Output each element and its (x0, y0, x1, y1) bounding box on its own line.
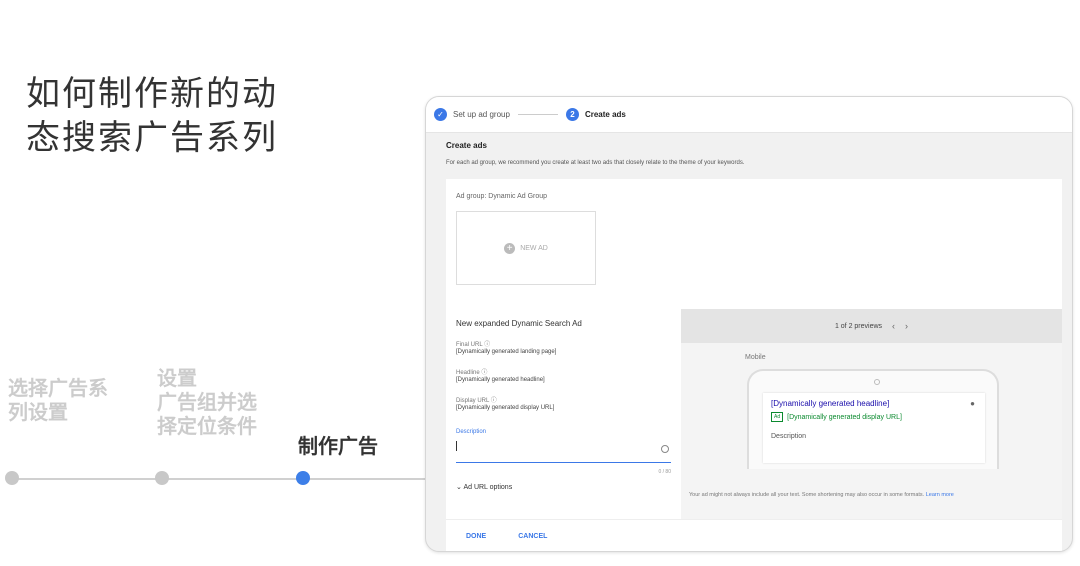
headline-value: [Dynamically generated headline] (456, 377, 545, 383)
step-1-line1: 选择广告系 (8, 376, 108, 400)
slide-title: 如何制作新的动 态搜索广告系列 (26, 72, 278, 160)
headline-label-text: Headline (456, 370, 480, 376)
step-2-line1: 设置 (157, 366, 197, 390)
timeline-line (12, 478, 432, 480)
stepper-bar: ✓ Set up ad group 2 Create ads (426, 97, 1072, 133)
timeline-dot-3-active (296, 471, 310, 485)
display-url-label: Display URL ⓘ (456, 395, 497, 404)
chevron-left-icon[interactable]: ‹ (892, 321, 895, 331)
final-url-label-text: Final URL (456, 342, 483, 348)
ad-preview-headline: [Dynamically generated headline] (771, 399, 890, 408)
ad-url-options-label: Ad URL options (463, 484, 513, 491)
preview-disclaimer: Your ad might not always include all you… (689, 491, 1049, 499)
new-ad-label: NEW AD (520, 244, 548, 252)
step-3-line1: 制作广告 (298, 434, 378, 458)
slide-title-line2: 态搜索广告系列 (26, 118, 278, 158)
timeline-dot-2 (155, 471, 169, 485)
ad-preview-card: [Dynamically generated headline] ● Ad [D… (763, 393, 985, 463)
description-label: Description (456, 429, 487, 435)
ad-preview-url-text: [Dynamically generated display URL] (787, 413, 902, 421)
help-icon[interactable]: ⓘ (491, 398, 497, 404)
learn-more-link[interactable]: Learn more (926, 492, 954, 498)
step-label-create-ads: 制作广告 (298, 434, 378, 458)
char-count: 0 / 80 (658, 469, 671, 475)
step-label-ad-group-targeting: 设置 广告组并选 择定位条件 (157, 366, 257, 438)
ad-preview-pane: 1 of 2 previews ‹ › Mobile [Dynamically … (681, 309, 1062, 519)
step-1-line2: 列设置 (8, 400, 68, 424)
step-2-line3: 择定位条件 (157, 414, 257, 438)
done-button[interactable]: DONE (466, 533, 486, 540)
stepper-step1-label: Set up ad group (453, 110, 510, 119)
device-label: Mobile (745, 354, 766, 361)
stepper-step-create-ads[interactable]: 2 Create ads (565, 108, 626, 121)
stepper-step2-label: Create ads (584, 110, 626, 119)
create-ads-heading: Create ads (446, 141, 487, 150)
slide-title-line1: 如何制作新的动 (26, 74, 278, 114)
chevron-right-icon[interactable]: › (905, 321, 908, 331)
actions-bar: DONE CANCEL (446, 519, 1062, 551)
ad-url-options-toggle[interactable]: ⌄ Ad URL options (456, 483, 512, 491)
final-url-value: [Dynamically generated landing page] (456, 349, 557, 355)
text-cursor (456, 441, 457, 451)
headline-label: Headline ⓘ (456, 367, 487, 376)
help-icon[interactable]: ⓘ (481, 370, 487, 376)
stepper-connector (517, 114, 558, 115)
check-icon: ✓ (434, 108, 447, 121)
form-title: New expanded Dynamic Search Ad (456, 319, 582, 328)
info-icon: ● (970, 399, 975, 408)
ad-group-label: Ad group: Dynamic Ad Group (456, 193, 548, 200)
plus-icon: + (504, 242, 516, 254)
timeline-dot-1 (5, 471, 19, 485)
stepper-step-set-up-ad-group[interactable]: ✓ Set up ad group (434, 108, 510, 121)
preview-note-text: Your ad might not always include all you… (689, 492, 925, 498)
help-icon[interactable]: ⓘ (484, 342, 490, 348)
description-input[interactable] (456, 439, 671, 463)
create-ads-subtitle: For each ad group, we recommend you crea… (446, 160, 745, 166)
ad-group-card: Ad group: Dynamic Ad Group + NEW AD (446, 179, 1062, 309)
preview-count: 1 of 2 previews (834, 322, 883, 330)
step-number-badge: 2 (565, 108, 579, 121)
cancel-button[interactable]: CANCEL (518, 533, 547, 540)
phone-frame: [Dynamically generated headline] ● Ad [D… (747, 369, 999, 469)
display-url-value: [Dynamically generated display URL] (456, 405, 555, 411)
phone-camera-icon (874, 379, 880, 385)
new-ad-button[interactable]: + NEW AD (456, 211, 596, 285)
display-url-label-text: Display URL (456, 398, 490, 404)
preview-header: 1 of 2 previews ‹ › (681, 309, 1062, 343)
step-2-line2: 广告组并选 (157, 390, 257, 414)
final-url-label: Final URL ⓘ (456, 339, 490, 348)
google-ads-screenshot: ✓ Set up ad group 2 Create ads Create ad… (425, 96, 1073, 552)
ad-preview-description: Description (771, 433, 807, 440)
ad-form-pane: New expanded Dynamic Search Ad Final URL… (446, 309, 681, 519)
ad-preview-display-url: Ad [Dynamically generated display URL] (771, 412, 902, 422)
ad-badge: Ad (771, 412, 784, 422)
emoji-icon[interactable] (661, 445, 669, 453)
step-label-campaign-settings: 选择广告系 列设置 (8, 376, 108, 424)
